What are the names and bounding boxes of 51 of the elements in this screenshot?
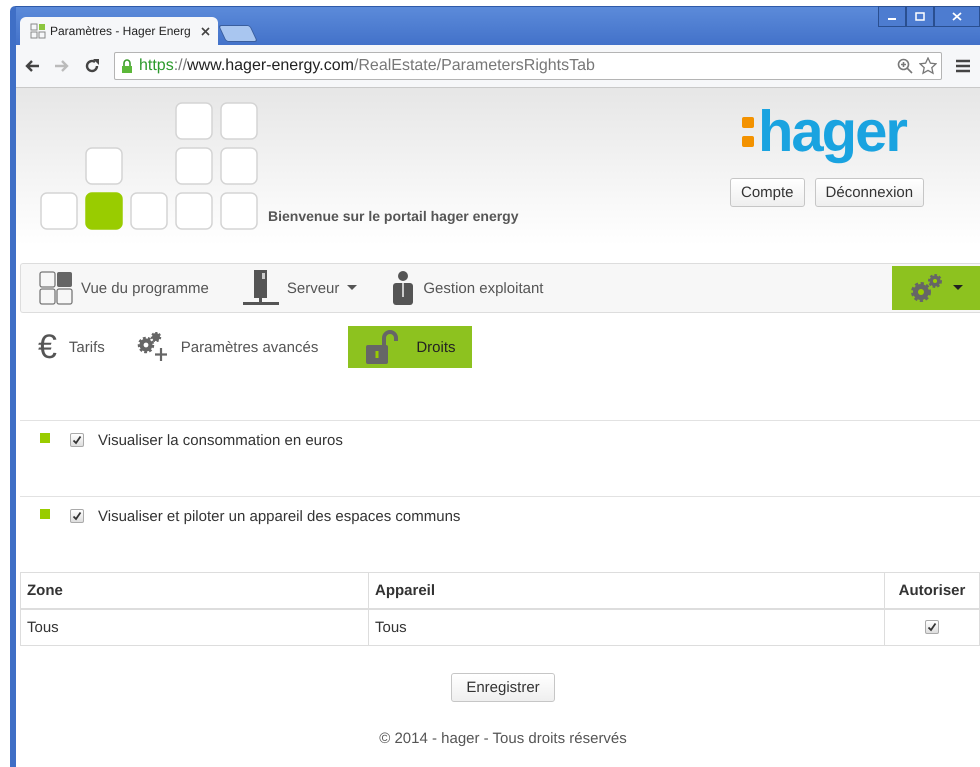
- permission-label: Visualiser et piloter un appareil des espaces communs: [98, 508, 460, 525]
- tab-title: Paramètres - Hager Energ: [50, 24, 192, 38]
- subtab[interactable]: € Tarifs: [38, 326, 121, 368]
- maximize-button[interactable]: [906, 6, 934, 27]
- padlock-icon: [121, 58, 133, 74]
- bullet-icon: [40, 433, 50, 443]
- server-icon[interactable]: [242, 270, 279, 306]
- browser-tab[interactable]: Paramètres - Hager Energ: [20, 17, 218, 45]
- header-button[interactable]: Déconnexion: [814, 178, 924, 207]
- header-button[interactable]: Compte: [730, 178, 805, 207]
- menu-icon[interactable]: [956, 59, 970, 73]
- euro-icon: €: [38, 328, 57, 366]
- gears-icon: [909, 273, 943, 303]
- subtab[interactable]: Droits: [348, 326, 472, 368]
- table-cell: Tous: [20, 609, 368, 646]
- permission-label: Visualiser la consommation en euros: [98, 432, 343, 449]
- open-padlock-icon: [364, 329, 398, 365]
- caret-icon[interactable]: [347, 285, 358, 291]
- column-header: Autoriser: [884, 572, 980, 609]
- maximize-icon: [915, 12, 925, 21]
- hager-logo: hager: [758, 102, 906, 162]
- bullet-icon: [40, 509, 50, 519]
- back-icon[interactable]: [24, 59, 40, 73]
- reload-icon[interactable]: [84, 58, 100, 74]
- checkbox[interactable]: [925, 620, 939, 634]
- footer-text: © 2014 - hager - Tous droits réservés: [378, 730, 628, 747]
- close-icon[interactable]: [201, 26, 210, 36]
- minimize-button[interactable]: [878, 6, 906, 27]
- new-tab-button[interactable]: [218, 25, 258, 42]
- tiles-icon[interactable]: [39, 271, 73, 305]
- caret-icon: [953, 285, 963, 291]
- subtab[interactable]: Paramètres avancés: [134, 326, 334, 368]
- nav-link[interactable]: Vue du programme: [81, 280, 209, 296]
- table-cell: Tous: [368, 609, 884, 646]
- colon-icon: [742, 115, 754, 149]
- zoom-icon[interactable]: [897, 58, 913, 74]
- save-button[interactable]: Enregistrer: [451, 673, 555, 702]
- checkbox[interactable]: [70, 509, 84, 523]
- checkbox[interactable]: [70, 433, 84, 447]
- column-header: Appareil: [368, 572, 884, 609]
- nav-link[interactable]: Gestion exploitant: [423, 280, 544, 296]
- nav-link[interactable]: Serveur: [286, 280, 340, 296]
- tiles-icon: [30, 23, 46, 39]
- column-header: Zone: [20, 572, 368, 609]
- welcome-text: Bienvenue sur le portail hager energy: [268, 208, 519, 224]
- settings-button[interactable]: [892, 266, 980, 310]
- person-icon[interactable]: [391, 271, 416, 305]
- close-icon: [952, 12, 962, 21]
- star-icon[interactable]: [919, 57, 937, 75]
- close-button[interactable]: [934, 6, 980, 27]
- address-bar[interactable]: https://www.hager-energy.com/RealEstate/ParametersRightsTab: [114, 52, 942, 80]
